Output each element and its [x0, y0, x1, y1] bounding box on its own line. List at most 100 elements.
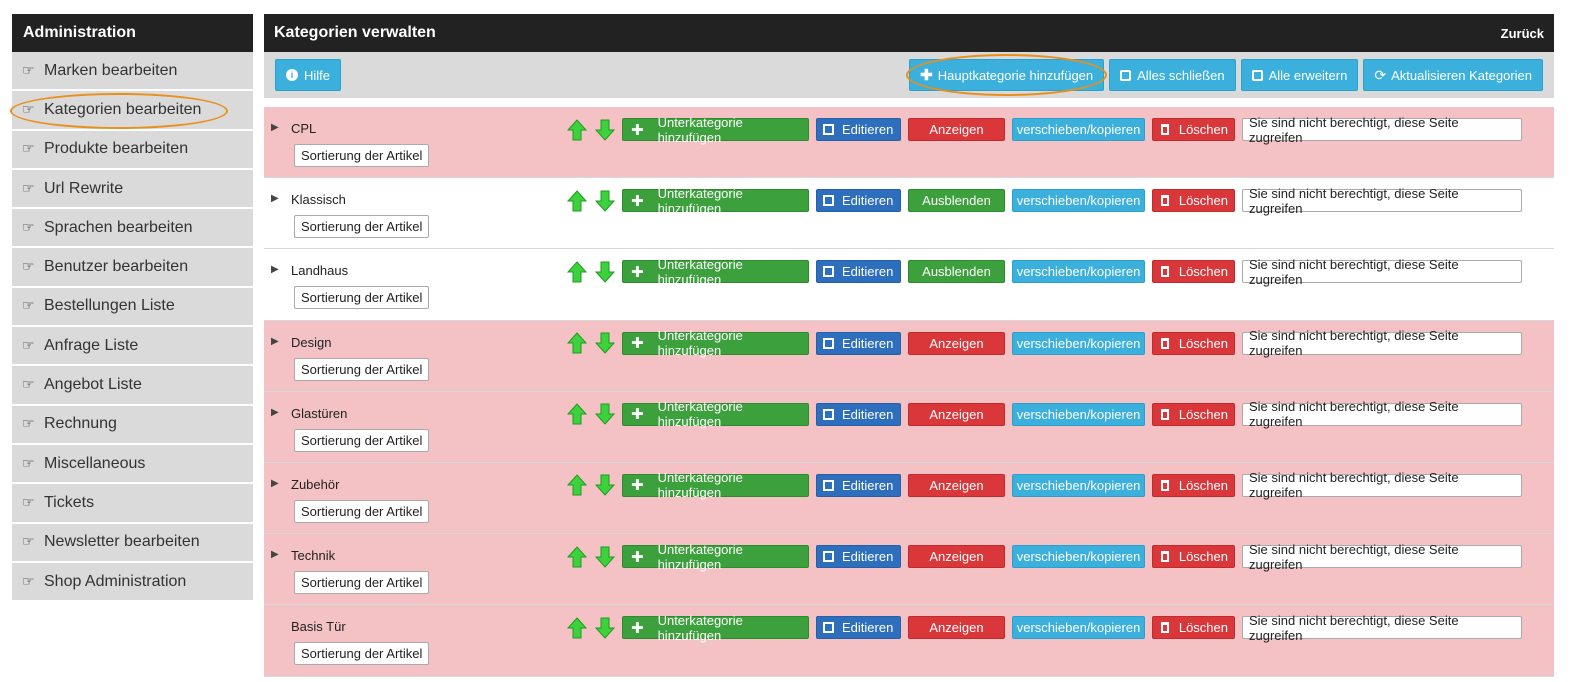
move-copy-button[interactable]: verschieben/kopieren — [1012, 118, 1145, 141]
move-copy-button[interactable]: verschieben/kopieren — [1012, 402, 1145, 426]
no-permission-button[interactable]: Sie sind nicht berechtigt, diese Seite z… — [1242, 115, 1522, 145]
expand-arrow-icon[interactable]: ▶ — [271, 336, 279, 347]
refresh-categories-button[interactable]: ⟳ Aktualisieren Kategorien — [1363, 59, 1543, 91]
edit-button[interactable]: Editieren — [816, 331, 901, 355]
move-up-arrow-icon[interactable] — [566, 617, 587, 639]
add-subcategory-label: Unterkategorie hinzufügen — [657, 185, 743, 216]
sidebar-item[interactable]: ☞ Shop Administration — [12, 562, 253, 603]
add-subcategory-button[interactable]: ✚ Unterkategorie hinzufügen — [622, 186, 809, 216]
no-permission-button[interactable]: Sie sind nicht berechtigt, diese Seite z… — [1242, 470, 1522, 500]
delete-button[interactable]: Löschen — [1152, 189, 1235, 213]
sidebar-item[interactable]: ☞ Rechnung — [12, 405, 253, 445]
move-copy-button[interactable]: verschieben/kopieren — [1012, 473, 1145, 497]
move-down-arrow-icon[interactable] — [594, 617, 615, 639]
add-subcategory-button[interactable]: ✚ Unterkategorie hinzufügen — [622, 470, 809, 500]
move-copy-button[interactable]: verschieben/kopieren — [1012, 545, 1145, 569]
move-down-arrow-icon[interactable] — [594, 190, 615, 212]
expand-arrow-icon[interactable]: ▶ — [271, 407, 279, 418]
no-permission-button[interactable]: Sie sind nicht berechtigt, diese Seite z… — [1242, 328, 1522, 358]
sidebar-item[interactable]: ☞ Newsletter bearbeiten — [12, 523, 253, 563]
sidebar-item[interactable]: ☞ Benutzer bearbeiten — [12, 248, 253, 288]
move-down-arrow-icon[interactable] — [594, 474, 615, 497]
move-copy-button[interactable]: verschieben/kopieren — [1012, 331, 1145, 355]
delete-button[interactable]: Löschen — [1152, 118, 1235, 141]
no-permission-button[interactable]: Sie sind nicht berechtigt, diese Seite z… — [1242, 257, 1522, 287]
back-link[interactable]: Zurück — [1501, 26, 1544, 41]
expand-arrow-icon[interactable]: ▶ — [271, 478, 279, 489]
expand-all-button[interactable]: Alle erweitern — [1240, 59, 1359, 91]
sort-articles-button[interactable]: Sortierung der Artikel — [294, 215, 430, 239]
edit-button[interactable]: Editieren — [816, 402, 901, 426]
delete-button[interactable]: Löschen — [1152, 545, 1235, 569]
expand-arrow-icon[interactable]: ▶ — [271, 549, 279, 560]
sidebar-item[interactable]: ☞ Angebot Liste — [12, 366, 253, 406]
move-copy-button[interactable]: verschieben/kopieren — [1012, 260, 1145, 284]
no-permission-button[interactable]: Sie sind nicht berechtigt, diese Seite z… — [1242, 613, 1522, 643]
move-up-arrow-icon[interactable] — [566, 545, 587, 568]
move-up-arrow-icon[interactable] — [566, 189, 587, 212]
delete-button[interactable]: Löschen — [1152, 331, 1235, 355]
sidebar-item[interactable]: ☞ Produkte bearbeiten — [12, 130, 253, 170]
edit-button[interactable]: Editieren — [816, 545, 901, 569]
no-permission-button[interactable]: Sie sind nicht berechtigt, diese Seite z… — [1242, 542, 1522, 572]
sidebar-item[interactable]: ☞ Bestellungen Liste — [12, 287, 253, 328]
delete-button[interactable]: Löschen — [1152, 402, 1235, 426]
add-subcategory-button[interactable]: ✚ Unterkategorie hinzufügen — [622, 399, 809, 429]
toggle-visibility-button[interactable]: Ausblenden — [908, 189, 1005, 213]
move-down-arrow-icon[interactable] — [594, 261, 615, 283]
add-main-category-button[interactable]: ✚ Hauptkategorie hinzufügen — [906, 54, 1108, 96]
add-subcategory-button[interactable]: ✚ Unterkategorie hinzufügen — [622, 613, 809, 643]
add-subcategory-button[interactable]: ✚ Unterkategorie hinzufügen — [622, 328, 809, 358]
edit-button[interactable]: Editieren — [816, 189, 901, 213]
delete-button[interactable]: Löschen — [1152, 260, 1235, 284]
sidebar-item[interactable]: ☞ Sprachen bearbeiten — [12, 209, 253, 249]
sort-articles-button[interactable]: Sortierung der Artikel — [294, 571, 430, 595]
sort-articles-button[interactable]: Sortierung der Artikel — [294, 357, 430, 381]
edit-button[interactable]: Editieren — [816, 473, 901, 497]
expand-arrow-icon[interactable]: ▶ — [271, 193, 279, 204]
sort-articles-button[interactable]: Sortierung der Artikel — [294, 144, 430, 167]
move-up-arrow-icon[interactable] — [566, 118, 587, 141]
move-down-arrow-icon[interactable] — [594, 332, 615, 354]
add-subcategory-button[interactable]: ✚ Unterkategorie hinzufügen — [622, 115, 809, 145]
move-up-arrow-icon[interactable] — [566, 332, 587, 354]
toggle-visibility-button[interactable]: Anzeigen — [908, 545, 1005, 569]
move-down-arrow-icon[interactable] — [594, 119, 615, 141]
add-subcategory-button[interactable]: ✚ Unterkategorie hinzufügen — [622, 542, 809, 572]
sort-articles-button[interactable]: Sortierung der Artikel — [294, 286, 430, 310]
move-up-arrow-icon[interactable] — [566, 261, 587, 283]
delete-button[interactable]: Löschen — [1152, 616, 1235, 640]
sidebar-item[interactable]: ☞ Miscellaneous — [12, 444, 253, 485]
no-permission-button[interactable]: Sie sind nicht berechtigt, diese Seite z… — [1242, 399, 1522, 429]
move-copy-button[interactable]: verschieben/kopieren — [1012, 189, 1145, 213]
edit-button[interactable]: Editieren — [816, 616, 901, 640]
edit-button[interactable]: Editieren — [816, 260, 901, 284]
move-up-arrow-icon[interactable] — [566, 474, 587, 496]
sidebar-item[interactable]: ☞ Tickets — [12, 484, 253, 524]
sidebar-item[interactable]: ☞ Kategorien bearbeiten — [10, 91, 253, 131]
sidebar-item[interactable]: ☞ Marken bearbeiten — [12, 52, 253, 92]
toggle-visibility-button[interactable]: Anzeigen — [908, 402, 1005, 426]
move-copy-button[interactable]: verschieben/kopieren — [1012, 616, 1145, 640]
expand-arrow-icon[interactable]: ▶ — [271, 122, 279, 133]
collapse-all-button[interactable]: Alles schließen — [1109, 59, 1236, 91]
sort-articles-button[interactable]: Sortierung der Artikel — [294, 499, 430, 523]
sort-articles-button[interactable]: Sortierung der Artikel — [294, 642, 430, 666]
help-button[interactable]: i Hilfe — [275, 59, 342, 91]
delete-button[interactable]: Löschen — [1152, 473, 1235, 497]
add-subcategory-button[interactable]: ✚ Unterkategorie hinzufügen — [622, 257, 809, 287]
move-up-arrow-icon[interactable] — [566, 403, 587, 425]
toggle-visibility-button[interactable]: Anzeigen — [908, 118, 1005, 141]
sort-articles-button[interactable]: Sortierung der Artikel — [294, 428, 430, 452]
move-down-arrow-icon[interactable] — [594, 403, 615, 425]
sidebar-item[interactable]: ☞ Anfrage Liste — [12, 327, 253, 367]
no-permission-button[interactable]: Sie sind nicht berechtigt, diese Seite z… — [1242, 186, 1522, 216]
edit-button[interactable]: Editieren — [816, 118, 901, 141]
toggle-visibility-button[interactable]: Anzeigen — [908, 331, 1005, 355]
move-down-arrow-icon[interactable] — [594, 546, 615, 568]
expand-arrow-icon[interactable]: ▶ — [271, 264, 279, 275]
toggle-visibility-button[interactable]: Anzeigen — [908, 616, 1005, 640]
toggle-visibility-button[interactable]: Ausblenden — [908, 260, 1005, 284]
sidebar-item[interactable]: ☞ Url Rewrite — [12, 169, 253, 210]
toggle-visibility-button[interactable]: Anzeigen — [908, 473, 1005, 497]
